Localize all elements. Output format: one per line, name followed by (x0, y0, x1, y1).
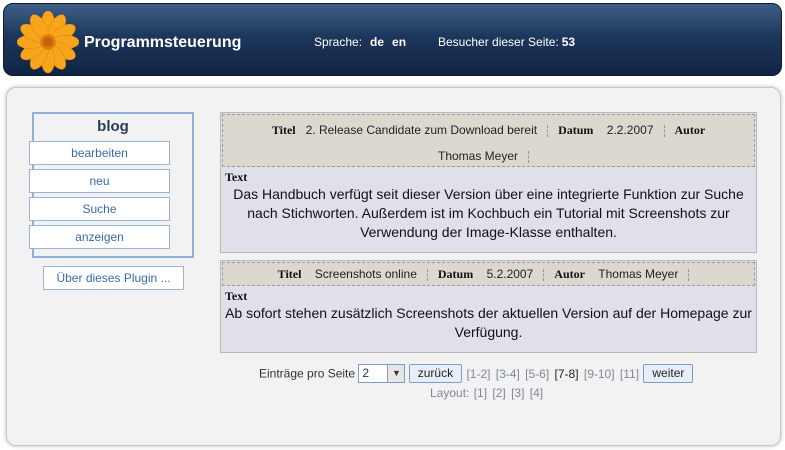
sidebar-item-neu[interactable]: neu (29, 169, 170, 193)
layout-label: Layout: (430, 386, 470, 400)
visitors-count: 53 (561, 35, 576, 49)
page-link[interactable]: [5-6] (525, 367, 549, 381)
layout-link[interactable]: [2] (492, 386, 505, 400)
about-plugin-button[interactable]: Über dieses Plugin ... (43, 266, 184, 290)
per-page-label: Einträge pro Seite (259, 366, 356, 381)
page-link[interactable]: [1-2] (466, 367, 490, 381)
next-button[interactable]: weiter (643, 364, 694, 383)
layout-link[interactable]: [3] (511, 386, 524, 400)
titel-label: Titel (277, 267, 302, 281)
app-title: Programmsteuerung (84, 34, 242, 51)
sidebar-item-suche[interactable]: Suche (29, 197, 170, 221)
chevron-down-icon[interactable]: ▼ (387, 365, 405, 382)
blog-entry: Titel 2. Release Candidate zum Download … (220, 112, 757, 253)
entry-body: Text Ab sofort stehen zusätzlich Screens… (221, 287, 756, 346)
sidebar-item-bearbeiten[interactable]: bearbeiten (29, 141, 170, 165)
autor-label: Autor (554, 267, 585, 281)
lang-en-link[interactable]: en (392, 35, 406, 49)
entry-header: Titel Screenshots online Datum 5.2.2007 Au… (222, 262, 755, 286)
entry-text: Das Handbuch verfügt seit dieser Version… (233, 186, 744, 240)
entry-body: Text Das Handbuch verfügt seit dieser Ve… (221, 168, 756, 246)
language-label: Sprache: (314, 35, 363, 49)
page-link[interactable]: [11] (620, 367, 639, 381)
entry-title: 2. Release Candidate zum Download bereit (305, 123, 538, 137)
per-page-value: 2 (362, 366, 370, 380)
visitors-label: Besucher dieser Seite: (438, 35, 559, 49)
text-label: Text (225, 170, 248, 184)
sidebar-title: blog (97, 118, 129, 135)
visitor-counter: Besucher dieser Seite: 53 (438, 35, 575, 49)
entry-text: Ab sofort stehen zusätzlich Screenshots … (225, 305, 752, 340)
page-link-current: [7-8] (554, 366, 579, 381)
back-button[interactable]: zurück (408, 364, 463, 383)
entry-author: Thomas Meyer (437, 149, 519, 163)
sidebar-item-anzeigen[interactable]: anzeigen (29, 225, 170, 249)
layout-link[interactable]: [1] (474, 386, 487, 400)
layout-link[interactable]: [4] (530, 386, 543, 400)
entry-title: Screenshots online (314, 267, 417, 281)
page-link[interactable]: [9-10] (584, 367, 615, 381)
datum-label: Datum (437, 267, 474, 281)
page-link[interactable]: [3-4] (496, 367, 520, 381)
language-selector: Sprache: de en (314, 35, 406, 49)
titel-label: Titel (271, 123, 296, 137)
entry-author: Thomas Meyer (598, 267, 679, 281)
entry-header: Titel 2. Release Candidate zum Download … (222, 114, 755, 167)
text-label: Text (225, 289, 248, 303)
entry-date: 2.2.2007 (606, 123, 654, 137)
header-bar: Programmsteuerung Sprache: de en Besucher … (3, 3, 782, 76)
flower-logo-icon (17, 11, 79, 73)
autor-label: Autor (674, 123, 706, 137)
per-page-select[interactable]: 2 ▼ (358, 364, 406, 383)
datum-label: Datum (558, 123, 594, 137)
blog-entry: Titel Screenshots online Datum 5.2.2007 Au… (220, 260, 757, 353)
lang-de-link[interactable]: de (370, 35, 384, 49)
entry-date: 5.2.2007 (486, 267, 534, 281)
